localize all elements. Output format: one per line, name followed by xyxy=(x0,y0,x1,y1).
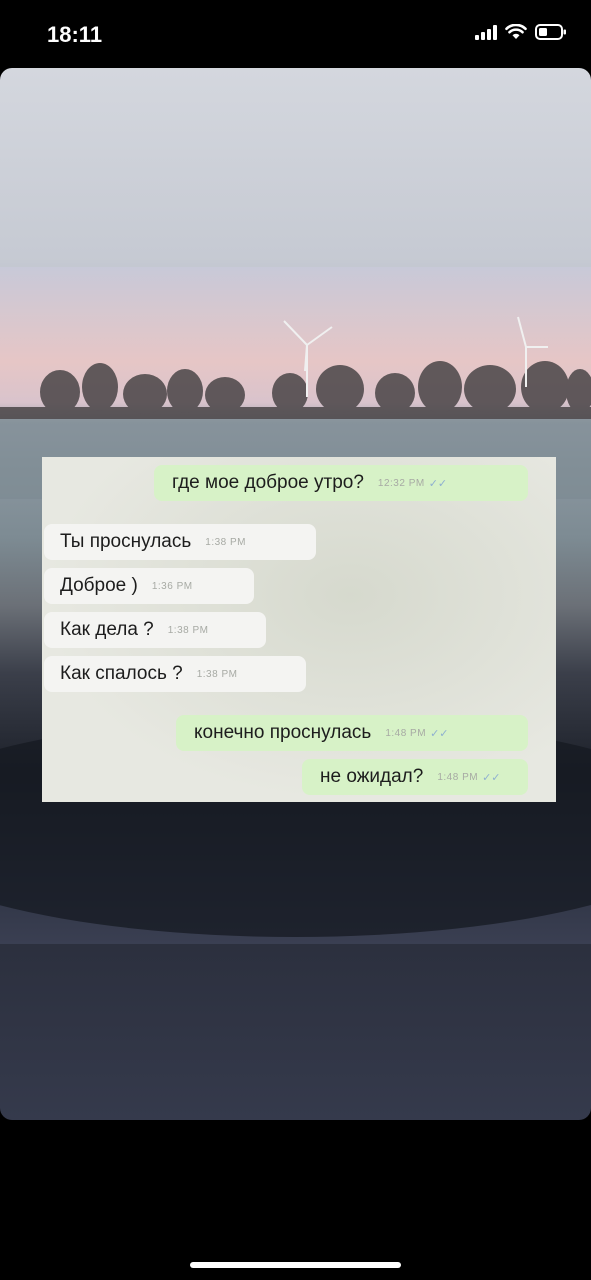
message-bubble-incoming: Доброе ) 1:36 PM xyxy=(44,568,254,604)
message-time: 1:36 PM xyxy=(151,580,193,592)
message-text: Как дела ? xyxy=(60,619,154,640)
battery-icon xyxy=(535,24,567,40)
message-time: 1:48 PM xyxy=(385,727,427,739)
message-bubble-incoming: Как спалось ? 1:38 PM xyxy=(44,656,306,692)
signal-icon xyxy=(475,24,497,40)
message-text: Ты проснулась xyxy=(60,531,192,552)
message-text: Доброе ) xyxy=(60,575,138,596)
status-time: 18:11 xyxy=(47,22,103,47)
message-time: 1:38 PM xyxy=(167,624,209,636)
story-card[interactable]: где мое доброе утро? 12:32 PM ✓✓ Ты прос… xyxy=(0,68,591,1120)
status-bar: 18:11 xyxy=(0,0,591,68)
message-time: 12:32 PM xyxy=(377,477,425,489)
message-time: 1:38 PM xyxy=(196,668,238,680)
message-time: 1:38 PM xyxy=(205,536,247,548)
message-text: Как спалось ? xyxy=(60,663,183,684)
chat-screenshot: где мое доброе утро? 12:32 PM ✓✓ Ты прос… xyxy=(42,457,556,802)
home-indicator[interactable] xyxy=(190,1262,401,1268)
double-tick-icon: ✓✓ xyxy=(430,727,449,740)
message-text: не ожидал? xyxy=(320,766,424,787)
message-bubble-outgoing: конечно проснулась 1:48 PM ✓✓ xyxy=(176,715,528,751)
message-bubble-incoming: Как дела ? 1:38 PM xyxy=(44,612,266,648)
message-bubble-outgoing: где мое доброе утро? 12:32 PM ✓✓ xyxy=(154,465,528,501)
status-icons xyxy=(475,24,567,40)
message-text: конечно проснулась xyxy=(194,722,372,743)
message-bubble-outgoing: не ожидал? 1:48 PM ✓✓ xyxy=(302,759,528,795)
double-tick-icon: ✓✓ xyxy=(482,771,501,784)
message-bubble-incoming: Ты проснулась 1:38 PM xyxy=(44,524,316,560)
message-time: 1:48 PM xyxy=(437,771,479,783)
message-text: где мое доброе утро? xyxy=(172,472,364,493)
wifi-icon xyxy=(505,24,527,40)
double-tick-icon: ✓✓ xyxy=(428,477,448,490)
